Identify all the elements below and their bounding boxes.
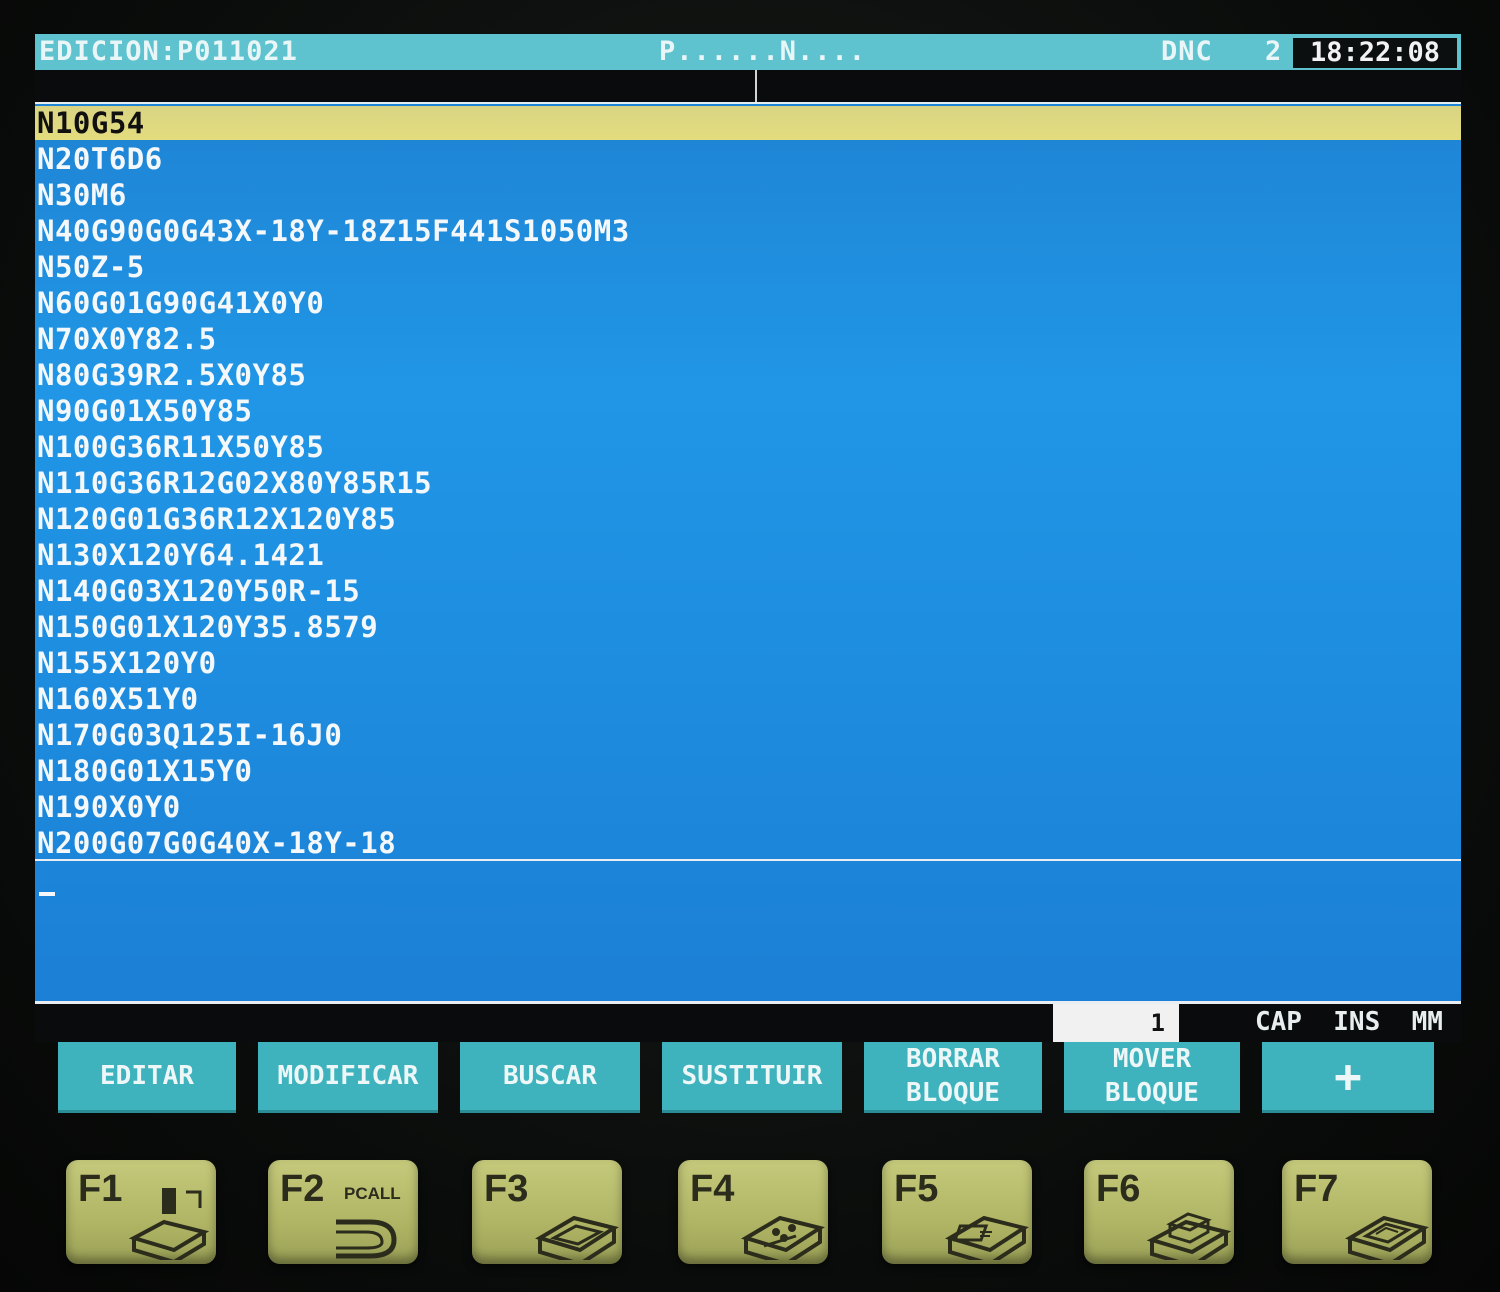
caps-indicator: CAP xyxy=(1255,1007,1302,1037)
program-line[interactable]: N140G03X120Y50R-15 xyxy=(37,574,360,608)
softkey-mover-label-1: MOVER xyxy=(1112,1044,1192,1074)
function-keys: F1 F2 PCALL F3 F4 F5 F6 F7 xyxy=(0,1150,1500,1280)
f4-key[interactable]: F4 xyxy=(678,1160,828,1264)
program-line[interactable]: N80G39R2.5X0Y85 xyxy=(37,358,306,392)
softkey-buscar-label: BUSCAR xyxy=(503,1061,597,1091)
pocket-icon xyxy=(535,1215,619,1260)
clock: 18:22:08 xyxy=(1293,38,1457,68)
softkey-bar: EDITAR MODIFICAR BUSCAR SUSTITUIR BORRAR… xyxy=(0,1042,1500,1113)
program-line[interactable]: N180G01X15Y0 xyxy=(37,754,253,788)
text-cursor xyxy=(39,892,55,896)
softkey-editar[interactable]: EDITAR xyxy=(58,1042,236,1113)
program-line[interactable]: N170G03Q125I-16J0 xyxy=(37,718,342,752)
title-bar: EDICION:P011021 P......N.... DNC 2 18:22… xyxy=(35,34,1461,70)
insert-indicator: INS xyxy=(1333,1007,1381,1037)
channel-number: 2 xyxy=(1265,36,1283,67)
edit-mode-title: EDICION:P011021 xyxy=(39,36,298,67)
softkey-modificar-label: MODIFICAR xyxy=(277,1061,419,1091)
program-line[interactable]: N120G01G36R12X120Y85 xyxy=(37,502,396,536)
softkey-borrar-label-1: BORRAR xyxy=(906,1044,1000,1074)
message-divider xyxy=(755,70,757,102)
program-line[interactable]: N190X0Y0 xyxy=(37,790,181,824)
plus-icon: + xyxy=(1334,1049,1362,1103)
program-line[interactable]: N40G90G0G43X-18Y-18Z15F441S1050M3 xyxy=(37,214,630,248)
f1-label: F1 xyxy=(78,1168,123,1210)
drilling-pattern-icon xyxy=(741,1215,825,1260)
program-line[interactable]: N60G01G90G41X0Y0 xyxy=(37,286,324,320)
subroutine-call-icon xyxy=(336,1219,397,1259)
softkey-borrar-bloque[interactable]: BORRAR BLOQUE xyxy=(864,1042,1042,1113)
softkey-sustituir-label: SUSTITUIR xyxy=(681,1061,823,1091)
message-frame-line xyxy=(35,102,1461,104)
softkey-mover-bloque[interactable]: MOVER BLOQUE xyxy=(1064,1042,1240,1113)
softkey-editar-label: EDITAR xyxy=(100,1061,194,1091)
program-line[interactable]: N110G36R12G02X80Y85R15 xyxy=(37,466,432,500)
program-line[interactable]: N150G01X120Y35.8579 xyxy=(37,610,378,644)
f7-label: F7 xyxy=(1294,1168,1339,1210)
program-indicator: P......N.... xyxy=(659,36,867,67)
program-line[interactable]: N100G36R11X50Y85 xyxy=(37,430,324,464)
units-indicator: MM xyxy=(1411,1007,1443,1037)
milling-tool-icon xyxy=(128,1188,210,1260)
softkey-mover-label-2: BLOQUE xyxy=(1105,1078,1199,1108)
f5-key[interactable]: F5 xyxy=(882,1160,1032,1264)
program-line[interactable]: N30M6 xyxy=(37,178,127,212)
softkey-modificar[interactable]: MODIFICAR xyxy=(258,1042,438,1113)
rectangular-pocket-icon xyxy=(1345,1215,1429,1260)
program-line[interactable]: N70X0Y82.5 xyxy=(37,322,217,356)
f1-key[interactable]: F1 xyxy=(66,1160,216,1264)
program-line[interactable]: N50Z-5 xyxy=(37,250,145,284)
program-line-selected[interactable]: N10G54 xyxy=(35,106,1461,140)
dnc-label: DNC xyxy=(1161,36,1213,67)
f7-key[interactable]: F7 xyxy=(1282,1160,1432,1264)
message-bar xyxy=(35,70,1461,102)
program-line[interactable]: N155X120Y0 xyxy=(37,646,217,680)
softkey-more[interactable]: + xyxy=(1262,1042,1434,1113)
softkey-borrar-label-2: BLOQUE xyxy=(906,1078,1000,1108)
f3-label: F3 xyxy=(484,1168,529,1210)
program-line[interactable]: N90G01X50Y85 xyxy=(37,394,253,428)
softkey-buscar[interactable]: BUSCAR xyxy=(460,1042,640,1113)
cnc-screen: EDICION:P011021 P......N.... DNC 2 18:22… xyxy=(35,34,1461,1042)
boss-icon xyxy=(1146,1212,1232,1260)
program-line[interactable]: N130X120Y64.1421 xyxy=(37,538,324,572)
mode-indicators: CAP INS MM xyxy=(1255,1004,1443,1042)
f6-label: F6 xyxy=(1096,1168,1141,1210)
program-line[interactable]: N160X51Y0 xyxy=(37,682,199,716)
line-counter-value: 1 xyxy=(1150,1009,1165,1037)
f6-key[interactable]: F6 xyxy=(1084,1160,1234,1264)
program-listing: N10G54 N20T6D6 N30M6 N40G90G0G43X-18Y-18… xyxy=(35,106,1461,886)
f4-label: F4 xyxy=(690,1168,735,1210)
status-bar xyxy=(35,1004,1461,1042)
softkey-sustituir[interactable]: SUSTITUIR xyxy=(662,1042,842,1113)
f2-label: F2 xyxy=(280,1168,325,1210)
edit-input-area[interactable] xyxy=(35,861,1461,1001)
f3-key[interactable]: F3 xyxy=(472,1160,622,1264)
f5-label: F5 xyxy=(894,1168,939,1210)
f2-key[interactable]: F2 PCALL xyxy=(268,1160,418,1264)
program-line[interactable]: N200G07G0G40X-18Y-18 xyxy=(37,826,396,860)
program-line[interactable]: N20T6D6 xyxy=(37,142,163,176)
engraving-icon xyxy=(945,1215,1029,1260)
line-counter: 1 xyxy=(1053,1004,1179,1042)
